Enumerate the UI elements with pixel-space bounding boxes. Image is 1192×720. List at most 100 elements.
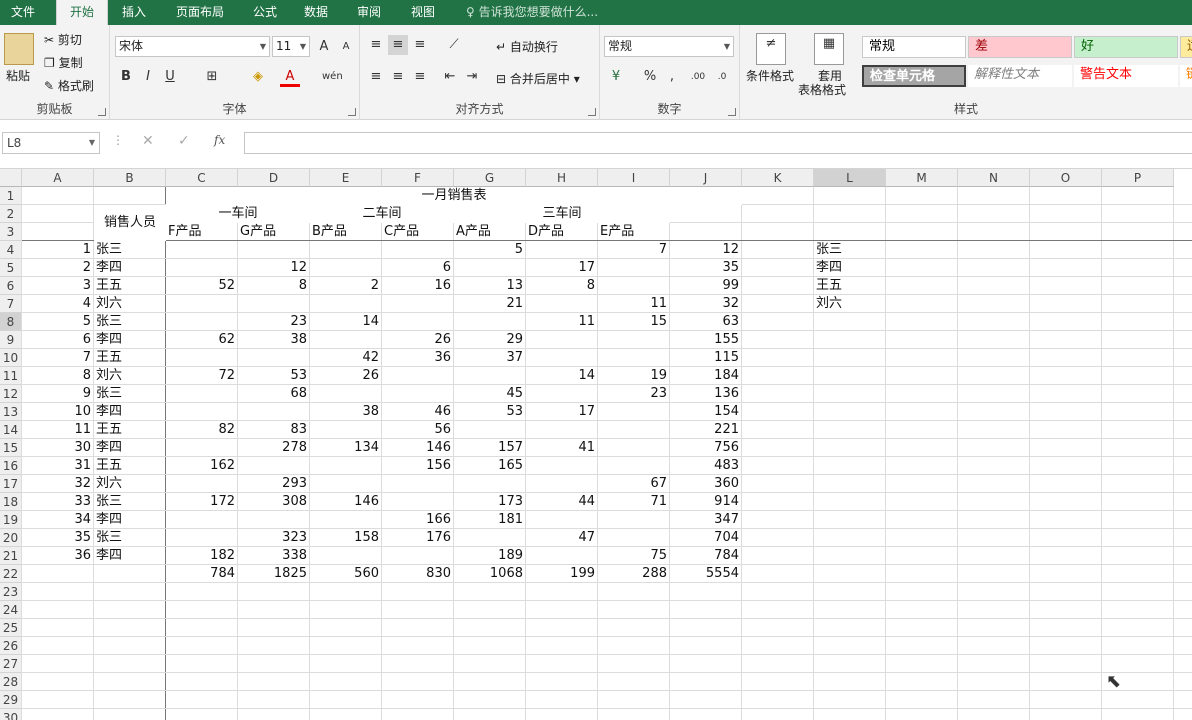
table-cell[interactable]: 56 (382, 421, 454, 439)
table-cell[interactable]: 3 (22, 277, 94, 295)
table-cell[interactable]: 12 (670, 241, 742, 259)
row-header-10[interactable]: 10 (0, 349, 22, 367)
workshop-header[interactable]: 二车间 (310, 205, 454, 223)
product-header[interactable]: A产品 (454, 223, 526, 241)
orientation-icon[interactable]: ⟋ (444, 35, 464, 55)
workshop-header[interactable]: 一车间 (166, 205, 310, 223)
paste-icon[interactable] (4, 33, 34, 65)
format-painter-button[interactable]: ✎ 格式刷 (44, 77, 94, 94)
underline-button[interactable]: U (160, 67, 180, 87)
font-name-select[interactable]: 宋体 ▼ (115, 36, 270, 57)
function-icon[interactable]: fx (214, 133, 225, 147)
row-header-25[interactable]: 25 (0, 619, 22, 637)
table-cell[interactable]: 14 (310, 313, 382, 331)
row-header-3[interactable]: 3 (0, 223, 22, 241)
row-header-1[interactable]: 1 (0, 187, 22, 205)
table-cell[interactable]: 41 (526, 439, 598, 457)
table-cell[interactable]: 157 (454, 439, 526, 457)
table-cell[interactable]: 23 (598, 385, 670, 403)
row-header-28[interactable]: 28 (0, 673, 22, 691)
column-header-F[interactable]: F (382, 169, 454, 187)
table-cell[interactable]: 李四 (94, 331, 166, 349)
table-cell[interactable]: 71 (598, 493, 670, 511)
table-cell[interactable]: 11 (598, 295, 670, 313)
column-header-E[interactable]: E (310, 169, 382, 187)
total-cell[interactable]: 199 (526, 565, 598, 583)
table-cell[interactable]: 278 (238, 439, 310, 457)
table-cell[interactable]: 8 (238, 277, 310, 295)
tab-7[interactable]: 视图 (396, 0, 450, 25)
table-cell[interactable]: 176 (382, 529, 454, 547)
table-cell[interactable]: 17 (526, 403, 598, 421)
alignment-launcher[interactable] (588, 108, 596, 116)
tell-me-search[interactable]: ♀ 告诉我您想要做什么... (466, 0, 598, 25)
table-cell[interactable]: 99 (670, 277, 742, 295)
table-cell[interactable]: 张三 (94, 241, 166, 259)
percent-button[interactable]: % (640, 67, 660, 87)
align-right-icon[interactable]: ≡ (410, 67, 430, 87)
row-header-2[interactable]: 2 (0, 205, 22, 223)
row-header-9[interactable]: 9 (0, 331, 22, 349)
table-cell[interactable]: 8 (526, 277, 598, 295)
number-format-select[interactable]: 常规 ▼ (604, 36, 734, 57)
row-header-15[interactable]: 15 (0, 439, 22, 457)
column-header-N[interactable]: N (958, 169, 1030, 187)
total-cell[interactable]: 1068 (454, 565, 526, 583)
table-cell[interactable]: 162 (166, 457, 238, 475)
column-header-J[interactable]: J (670, 169, 742, 187)
table-cell[interactable]: 182 (166, 547, 238, 565)
row-header-12[interactable]: 12 (0, 385, 22, 403)
column-header-K[interactable]: K (742, 169, 814, 187)
table-cell[interactable]: 11 (22, 421, 94, 439)
table-cell[interactable]: 72 (166, 367, 238, 385)
name-list-cell[interactable]: 张三 (814, 241, 886, 259)
italic-button[interactable]: I (138, 67, 158, 87)
table-cell[interactable]: 308 (238, 493, 310, 511)
number-launcher[interactable] (728, 108, 736, 116)
table-cell[interactable]: 15 (598, 313, 670, 331)
table-cell[interactable]: 刘六 (94, 475, 166, 493)
table-cell[interactable]: 36 (22, 547, 94, 565)
table-cell[interactable]: 62 (166, 331, 238, 349)
table-cell[interactable]: 67 (598, 475, 670, 493)
comma-button[interactable]: , (662, 67, 682, 87)
column-header-H[interactable]: H (526, 169, 598, 187)
phonetic-icon[interactable]: wén (322, 67, 343, 87)
font-launcher[interactable] (348, 108, 356, 116)
table-cell[interactable]: 42 (310, 349, 382, 367)
cell-style-4[interactable]: 检查单元格 (862, 65, 966, 87)
row-header-6[interactable]: 6 (0, 277, 22, 295)
table-cell[interactable]: 158 (310, 529, 382, 547)
table-cell[interactable]: 155 (670, 331, 742, 349)
table-cell[interactable]: 30 (22, 439, 94, 457)
align-middle-icon[interactable]: ≡ (388, 35, 408, 55)
cell-style-7[interactable]: 链 (1180, 65, 1192, 87)
table-cell[interactable]: 146 (310, 493, 382, 511)
table-cell[interactable]: 47 (526, 529, 598, 547)
cancel-icon[interactable]: ✕ (142, 133, 154, 149)
table-cell[interactable]: 166 (382, 511, 454, 529)
table-cell[interactable]: 83 (238, 421, 310, 439)
total-cell[interactable]: 5554 (670, 565, 742, 583)
table-cell[interactable]: 35 (22, 529, 94, 547)
product-header[interactable]: B产品 (310, 223, 382, 241)
row-header-8[interactable]: 8 (0, 313, 22, 331)
column-header-G[interactable]: G (454, 169, 526, 187)
table-cell[interactable]: 53 (454, 403, 526, 421)
table-cell[interactable]: 45 (454, 385, 526, 403)
align-top-icon[interactable]: ≡ (366, 35, 386, 55)
column-header-P[interactable]: P (1102, 169, 1174, 187)
table-cell[interactable]: 13 (454, 277, 526, 295)
column-header-O[interactable]: O (1030, 169, 1102, 187)
increase-decimal-icon[interactable]: .00 (688, 67, 708, 87)
table-cell[interactable]: 8 (22, 367, 94, 385)
column-header-D[interactable]: D (238, 169, 310, 187)
table-cell[interactable]: 王五 (94, 421, 166, 439)
table-cell[interactable]: 张三 (94, 493, 166, 511)
table-cell[interactable]: 338 (238, 547, 310, 565)
row-header-13[interactable]: 13 (0, 403, 22, 421)
tab-1[interactable]: 开始 (56, 0, 108, 25)
table-cell[interactable]: 32 (22, 475, 94, 493)
name-list-cell[interactable]: 刘六 (814, 295, 886, 313)
copy-button[interactable]: ❐ 复制 (44, 54, 83, 71)
